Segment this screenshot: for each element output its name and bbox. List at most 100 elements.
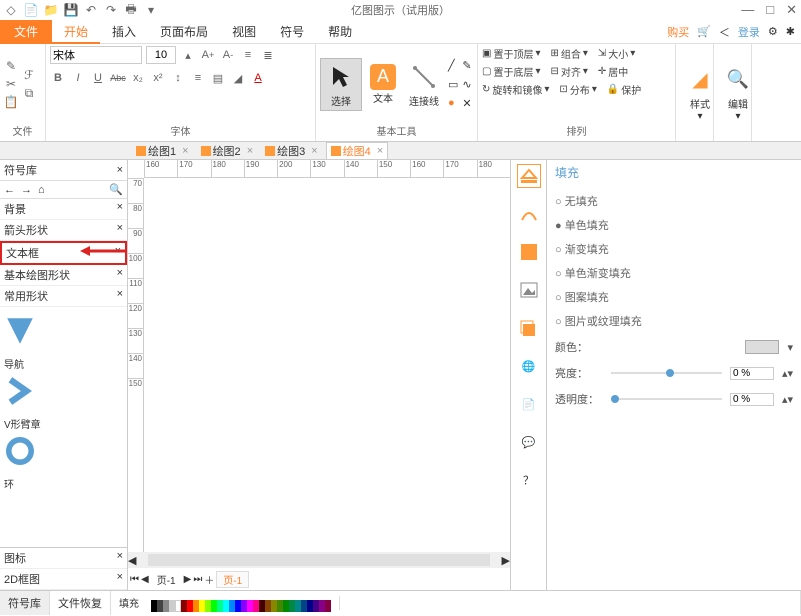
buy-link[interactable]: 购买: [667, 24, 689, 40]
help-panel-icon[interactable]: ？: [517, 468, 541, 492]
font-family-select[interactable]: [50, 46, 142, 64]
color-swatch-bar[interactable]: [143, 596, 340, 610]
clipboard-icon[interactable]: 📋: [4, 95, 18, 109]
scrollbar-h[interactable]: ◀▶: [128, 552, 510, 568]
sidebar-fwd-icon[interactable]: →: [21, 184, 32, 196]
page-last-icon[interactable]: ⏭: [193, 574, 202, 585]
image-panel-icon[interactable]: [517, 278, 541, 302]
radio-monograd[interactable]: ○ 单色渐变填充: [555, 265, 793, 281]
redo-icon[interactable]: ↷: [104, 3, 118, 17]
opacity-slider[interactable]: [611, 398, 722, 400]
cat-2d[interactable]: 2D框图×: [0, 569, 127, 590]
fill-panel-icon[interactable]: [517, 164, 541, 188]
tab-view[interactable]: 视图: [220, 20, 268, 44]
scissors-icon[interactable]: ✂: [4, 77, 18, 91]
save-icon[interactable]: 💾: [64, 3, 78, 17]
dist-cmd[interactable]: ⊡ 分布 ▾: [559, 82, 596, 97]
cross-shape-icon[interactable]: ✕: [462, 97, 471, 110]
spacing-icon[interactable]: ↕: [170, 70, 186, 86]
step-up-icon[interactable]: ▴: [180, 47, 196, 63]
web-panel-icon[interactable]: 🌐: [517, 354, 541, 378]
shape-panel-icon[interactable]: [517, 240, 541, 264]
doctab-4[interactable]: 绘图4×: [326, 142, 389, 159]
line-panel-icon[interactable]: [517, 202, 541, 226]
rotate-cmd[interactable]: ↻ 旋转和镜像 ▾: [482, 82, 549, 97]
cat-basicshape[interactable]: 基本绘图形状×: [0, 265, 127, 286]
bold-button[interactable]: B: [50, 70, 66, 86]
close-button[interactable]: ✕: [786, 2, 797, 18]
page-active[interactable]: 页-1: [216, 571, 249, 588]
protect-cmd[interactable]: 🔒 保护: [607, 82, 641, 97]
group-cmd[interactable]: ⊞ 组合 ▾: [550, 46, 587, 61]
format-painter-icon[interactable]: ℱ: [22, 68, 36, 82]
opacity-value[interactable]: [730, 393, 774, 406]
sidebar-home-icon[interactable]: ⌂: [38, 184, 45, 196]
copy-icon[interactable]: ⧉: [22, 86, 36, 100]
page-add-icon[interactable]: ＋: [204, 572, 214, 587]
share-icon[interactable]: ＜: [719, 24, 730, 40]
sup-button[interactable]: x²: [150, 70, 166, 86]
size-cmd[interactable]: ⇲ 大小 ▾: [598, 46, 635, 61]
radio-solid[interactable]: ● 单色填充: [555, 217, 793, 233]
center-cmd[interactable]: ✛ 居中: [598, 64, 628, 79]
tab-txtrecov[interactable]: 文件恢复: [50, 591, 111, 615]
shape-chevron[interactable]: [4, 375, 123, 412]
align-cmd[interactable]: ⊟ 对齐 ▾: [550, 64, 587, 79]
radio-texture[interactable]: ○ 图片或纹理填充: [555, 313, 793, 329]
italic-button[interactable]: I: [70, 70, 86, 86]
select-tool[interactable]: 选择: [320, 58, 362, 111]
tab-help[interactable]: 帮助: [316, 20, 364, 44]
line-shape-icon[interactable]: ╱: [448, 59, 458, 72]
sidebar-close-icon[interactable]: ×: [117, 164, 123, 176]
cat-bg[interactable]: 背景×: [0, 199, 127, 220]
page-next-icon[interactable]: ▶: [184, 574, 192, 585]
gear-icon[interactable]: ⚙: [768, 25, 778, 38]
brush-icon[interactable]: ✎: [4, 59, 18, 73]
drawing-canvas[interactable]: [144, 178, 510, 552]
doc-panel-icon[interactable]: 📄: [517, 392, 541, 416]
indent-icon[interactable]: ▤: [210, 70, 226, 86]
bullets-icon[interactable]: ≡: [190, 70, 206, 86]
cat-icon[interactable]: 图标×: [0, 548, 127, 569]
dec-font-icon[interactable]: A-: [220, 47, 236, 63]
shape-ring[interactable]: [4, 435, 123, 472]
cart-icon[interactable]: 🛒: [697, 25, 711, 38]
comment-panel-icon[interactable]: 💬: [517, 430, 541, 454]
connector-tool[interactable]: 连接线: [404, 59, 444, 110]
bright-value[interactable]: [730, 367, 774, 380]
open-icon[interactable]: 📁: [44, 3, 58, 17]
new-icon[interactable]: 📄: [24, 3, 38, 17]
sidebar-back-icon[interactable]: ←: [4, 184, 15, 196]
send-back[interactable]: ▢ 置于底层 ▾: [482, 64, 540, 79]
cat-common[interactable]: 常用形状×: [0, 286, 127, 307]
cat-arrow[interactable]: 箭头形状×: [0, 220, 127, 241]
shape-down-arrow[interactable]: [4, 315, 123, 352]
tab-symbollib[interactable]: 符号库: [0, 591, 50, 615]
radio-pattern[interactable]: ○ 图案填充: [555, 289, 793, 305]
print-icon[interactable]: 🖶: [124, 3, 138, 17]
bring-front[interactable]: ▣ 置于顶层 ▾: [482, 46, 540, 61]
font-size-select[interactable]: [146, 46, 176, 64]
page-prev-icon[interactable]: ◀: [141, 574, 149, 585]
maximize-button[interactable]: □: [766, 2, 774, 18]
login-link[interactable]: 登录: [738, 24, 760, 40]
rect-shape-icon[interactable]: ▭: [448, 78, 458, 91]
sub-button[interactable]: x₂: [130, 70, 146, 86]
undo-icon[interactable]: ↶: [84, 3, 98, 17]
curve-shape-icon[interactable]: ∿: [462, 78, 471, 91]
more-icon[interactable]: ▾: [144, 3, 158, 17]
file-menu[interactable]: 文件: [0, 20, 52, 44]
tab-layout[interactable]: 页面布局: [148, 20, 220, 44]
page-current[interactable]: 页-1: [151, 572, 182, 587]
align-v-icon[interactable]: ≣: [260, 47, 276, 63]
align-h-icon[interactable]: ≡: [240, 47, 256, 63]
bright-slider[interactable]: [611, 372, 722, 374]
sidebar-search-icon[interactable]: 🔍: [109, 183, 123, 196]
highlight-icon[interactable]: ◢: [230, 70, 246, 86]
layer-panel-icon[interactable]: [517, 316, 541, 340]
pencil-shape-icon[interactable]: ✎: [462, 59, 471, 72]
radio-gradient[interactable]: ○ 渐变填充: [555, 241, 793, 257]
tab-symbol[interactable]: 符号: [268, 20, 316, 44]
text-tool[interactable]: A文本: [366, 62, 400, 107]
underline-button[interactable]: U: [90, 70, 106, 86]
